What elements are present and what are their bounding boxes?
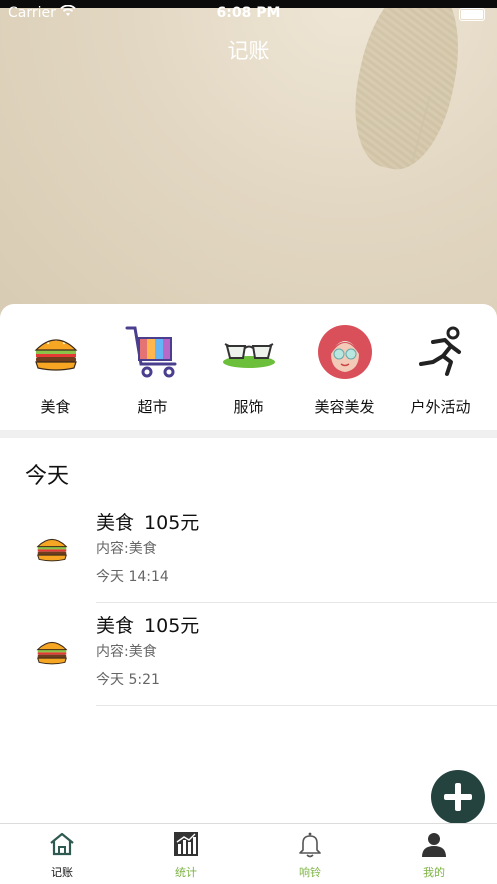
battery-icon	[459, 8, 485, 21]
chart-icon	[172, 830, 200, 858]
tab-label: 统计	[175, 866, 197, 879]
record-title: 美食 105元	[96, 611, 199, 638]
category-item-food[interactable]: 美食	[7, 324, 104, 417]
page-title: 记账	[227, 39, 270, 63]
tab-alarm[interactable]: 响铃	[248, 830, 372, 880]
category-item-clothing[interactable]: 服饰	[200, 324, 297, 417]
glasses-icon	[221, 324, 277, 380]
burger-icon	[28, 324, 84, 380]
category-label: 户外活动	[410, 398, 471, 416]
tab-label: 我的	[423, 866, 445, 879]
record-content: 内容:美食	[96, 644, 157, 660]
tab-label: 响铃	[299, 866, 321, 879]
record-item[interactable]: 美食 105元 内容:美食 今天 5:21	[0, 603, 497, 706]
category-item-outdoor[interactable]: 户外活动	[392, 324, 489, 417]
tab-bookkeeping[interactable]: 记账	[0, 830, 124, 880]
category-label: 美食	[40, 398, 71, 416]
burger-icon	[32, 631, 72, 671]
record-time: 今天 5:21	[96, 672, 160, 688]
add-record-button[interactable]	[431, 770, 485, 824]
leaf-decoration	[341, 0, 474, 178]
category-panel: 美食 超市 服饰 美容美发 户外活动	[0, 304, 497, 430]
record-item[interactable]: 美食 105元 内容:美食 今天 14:14	[0, 500, 497, 603]
row-divider	[96, 705, 497, 706]
burger-icon	[32, 528, 72, 568]
category-label: 服饰	[233, 398, 264, 416]
category-label: 美容美发	[314, 398, 375, 416]
section-divider	[0, 430, 497, 438]
bell-icon	[296, 830, 324, 858]
record-category: 美食	[96, 512, 135, 534]
category-item-supermarket[interactable]: 超市	[104, 324, 201, 417]
home-icon	[48, 830, 76, 858]
tab-statistics[interactable]: 统计	[124, 830, 248, 880]
status-bar: Carrier 6:08 PM	[0, 2, 497, 24]
running-icon	[413, 324, 469, 380]
user-icon	[420, 830, 448, 858]
tab-bar: 记账 统计 响铃 我的	[0, 823, 497, 884]
record-category: 美食	[96, 615, 135, 637]
face-mask-icon	[317, 324, 373, 380]
section-title-today: 今天	[25, 464, 70, 489]
shopping-cart-icon	[125, 324, 181, 380]
tab-label: 记账	[51, 866, 73, 879]
status-time: 6:08 PM	[216, 5, 281, 21]
record-content: 内容:美食	[96, 541, 157, 557]
tab-mine[interactable]: 我的	[372, 830, 496, 880]
record-title: 美食 105元	[96, 508, 199, 535]
record-amount: 105元	[144, 615, 200, 637]
category-label: 超市	[137, 398, 168, 416]
category-item-beauty[interactable]: 美容美发	[296, 324, 393, 417]
record-amount: 105元	[144, 512, 200, 534]
record-time: 今天 14:14	[96, 569, 169, 585]
